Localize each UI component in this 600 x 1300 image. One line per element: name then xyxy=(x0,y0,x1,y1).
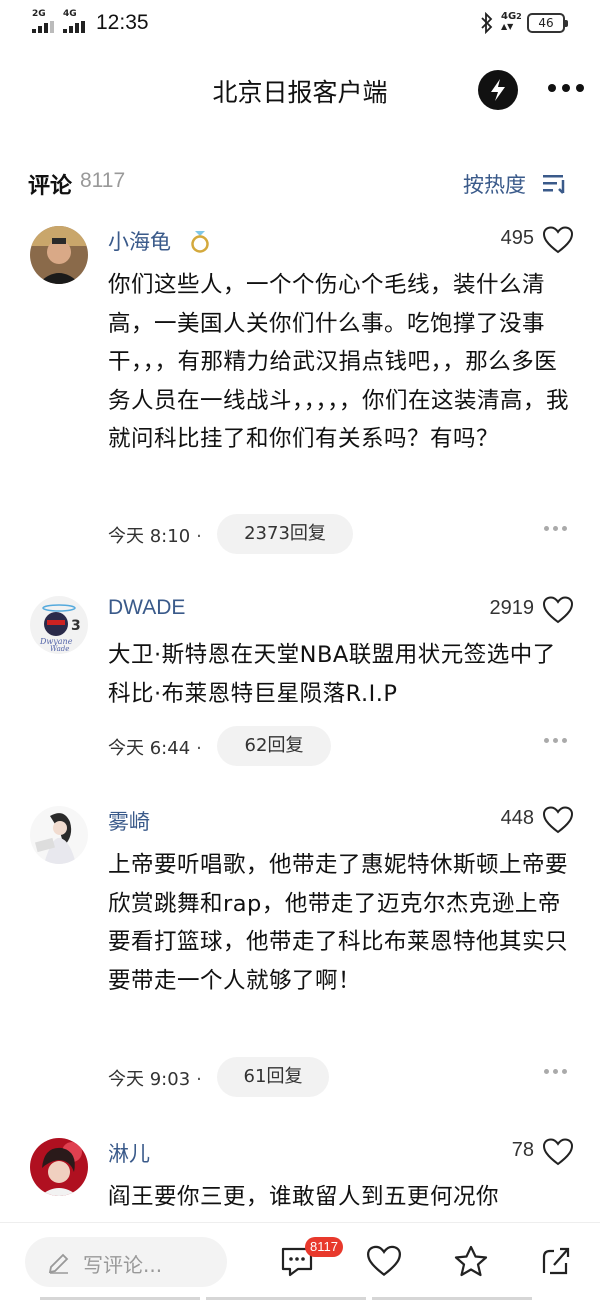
like-count: 448 xyxy=(500,807,534,829)
like-heart-icon[interactable] xyxy=(542,1138,574,1170)
comment-item: 淋儿 78 阎王要你三更，谁敢留人到五更何况你 xyxy=(0,1138,600,1222)
comment-text: 大卫·斯特恩在天堂NBA联盟用状元签选中了科比·布莱恩特巨星陨落R.I.P xyxy=(108,642,556,707)
flash-button[interactable] xyxy=(478,70,518,110)
comment-time: 今天 8:10 xyxy=(108,526,191,547)
like-heart-icon[interactable] xyxy=(542,806,574,838)
comment-meta: 今天 6:44 · xyxy=(108,738,202,759)
comment-username[interactable]: 小海龟 xyxy=(108,226,171,256)
like-count: 2919 xyxy=(489,597,535,619)
comment-time: 今天 6:44 xyxy=(108,738,191,759)
bluetooth-icon xyxy=(480,11,494,38)
comment-time: 今天 9:03 xyxy=(108,1069,191,1090)
like-heart-icon[interactable] xyxy=(366,1245,402,1281)
like-heart-icon[interactable] xyxy=(542,226,574,258)
avatar[interactable]: 3 Dwyane Wade xyxy=(30,596,88,654)
comment-item: 3 Dwyane Wade DWADE 2919 大卫·斯特恩在天堂NBA联盟用… xyxy=(0,596,600,776)
pencil-icon xyxy=(48,1253,69,1274)
battery-indicator: 46 xyxy=(527,13,568,33)
comment-item: 雾崎 448 上帝要听唱歌，他带走了惠妮特休斯顿上帝要欣赏跳舞和rap，他带走了… xyxy=(0,806,600,1106)
replies-button[interactable]: 61回复 xyxy=(217,1057,329,1097)
status-bar: 2G 4G 12:35 4G2 ▲▼ 46 xyxy=(0,0,600,48)
comments-count: 8117 xyxy=(80,169,126,192)
like-count: 495 xyxy=(500,227,534,249)
comment-text: 你们这些人，一个个伤心个毛线，装什么清高，一美国人关你们什么事。吃饱撑了没事干，… xyxy=(108,272,570,452)
sort-by-popularity-button[interactable]: 按热度 xyxy=(463,169,526,199)
status-time: 12:35 xyxy=(96,11,149,34)
replies-button[interactable]: 62回复 xyxy=(217,726,331,766)
comment-text: 上帝要听唱歌，他带走了惠妮特休斯顿上帝要欣赏跳舞和rap，他带走了迈克尔杰克逊上… xyxy=(108,852,569,994)
comment-count-badge: 8117 xyxy=(305,1237,343,1257)
comment-username[interactable]: DWADE xyxy=(108,596,185,620)
network-label: 4G xyxy=(501,11,517,22)
comments-title: 评论 xyxy=(28,174,73,199)
network-4g-indicator: 4G2 ▲▼ xyxy=(501,11,522,32)
more-options-button[interactable] xyxy=(548,79,586,99)
signal-4g-label: 4G xyxy=(63,9,77,19)
comment-text: 阎王要你三更，谁敢留人到五更何况你 xyxy=(108,1184,500,1210)
lightning-icon xyxy=(491,79,505,101)
avatar[interactable] xyxy=(30,1138,88,1196)
share-icon[interactable] xyxy=(540,1245,572,1281)
comment-item: 小海龟 495 你们这些人，一个个伤心个毛线，装什么清高，一美国人关你们什么事。… xyxy=(0,226,600,566)
svg-text:Wade: Wade xyxy=(50,645,69,653)
avatar[interactable] xyxy=(30,226,88,284)
replies-button[interactable]: 2373回复 xyxy=(217,514,353,554)
like-heart-icon[interactable] xyxy=(542,596,574,628)
comment-username[interactable]: 淋儿 xyxy=(108,1138,150,1168)
ring-badge-icon xyxy=(188,228,212,258)
comments-header: 评论 8117 按热度 xyxy=(0,160,600,204)
network-sublabel: 2 xyxy=(516,12,522,21)
bottom-action-bar: 写评论... 8117 xyxy=(0,1222,600,1300)
favorite-star-icon[interactable] xyxy=(454,1245,488,1281)
comment-meta: 今天 9:03 · xyxy=(108,1069,202,1090)
sort-icon[interactable] xyxy=(543,174,569,198)
app-header: 北京日报客户端 xyxy=(0,55,600,125)
write-comment-input[interactable]: 写评论... xyxy=(25,1237,227,1287)
like-count: 78 xyxy=(511,1139,534,1161)
comment-meta: 今天 8:10 · xyxy=(108,526,202,547)
avatar[interactable] xyxy=(30,806,88,864)
signal-2g-label: 2G xyxy=(32,9,46,19)
comment-username[interactable]: 雾崎 xyxy=(108,806,150,836)
write-comment-placeholder: 写评论... xyxy=(83,1253,163,1277)
svg-text:3: 3 xyxy=(71,618,81,634)
